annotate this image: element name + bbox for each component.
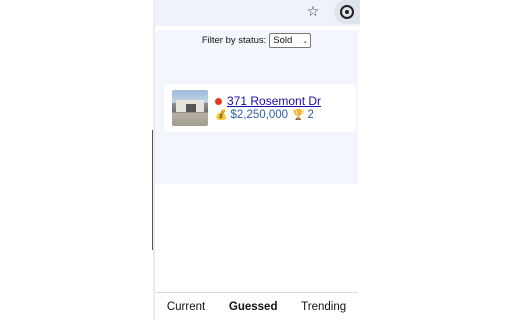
bookmark-star-icon[interactable]: ☆ (303, 2, 323, 22)
extension-icon (340, 5, 354, 19)
tab-trending[interactable]: Trending (297, 301, 350, 313)
popup-panel: Filter by status: Sold ⌄ 371 Rosemont Dr… (155, 30, 358, 184)
listing-address-link[interactable]: 371 Rosemont Dr (227, 94, 321, 108)
status-filter-value: Sold (273, 35, 293, 46)
filter-row: Filter by status: Sold ⌄ (155, 33, 358, 48)
house-thumbnail[interactable] (172, 90, 208, 126)
chevron-down-icon: ⌄ (302, 36, 309, 45)
status-filter-select[interactable]: Sold ⌄ (269, 33, 312, 48)
tab-guessed[interactable]: Guessed (225, 301, 282, 313)
listing-card[interactable]: 371 Rosemont Dr 💰 $2,250,000 🏆 2 (164, 84, 356, 132)
listing-price: $2,250,000 (230, 109, 289, 121)
browser-toolbar (155, 0, 360, 26)
filter-label: Filter by status: (201, 35, 267, 46)
bottom-tab-bar: Current Guessed Trending (155, 292, 358, 321)
status-dot-icon (215, 98, 222, 105)
trophy-icon: 🏆 (292, 109, 305, 121)
price-row: 💰 $2,250,000 🏆 2 (215, 109, 314, 121)
money-bag-icon: 💰 (215, 109, 228, 121)
tab-current[interactable]: Current (163, 301, 209, 313)
garage-door-shape (186, 104, 196, 112)
extension-button[interactable] (334, 0, 360, 24)
guess-count: 2 (307, 109, 314, 121)
window-edge-shadow (152, 130, 153, 250)
